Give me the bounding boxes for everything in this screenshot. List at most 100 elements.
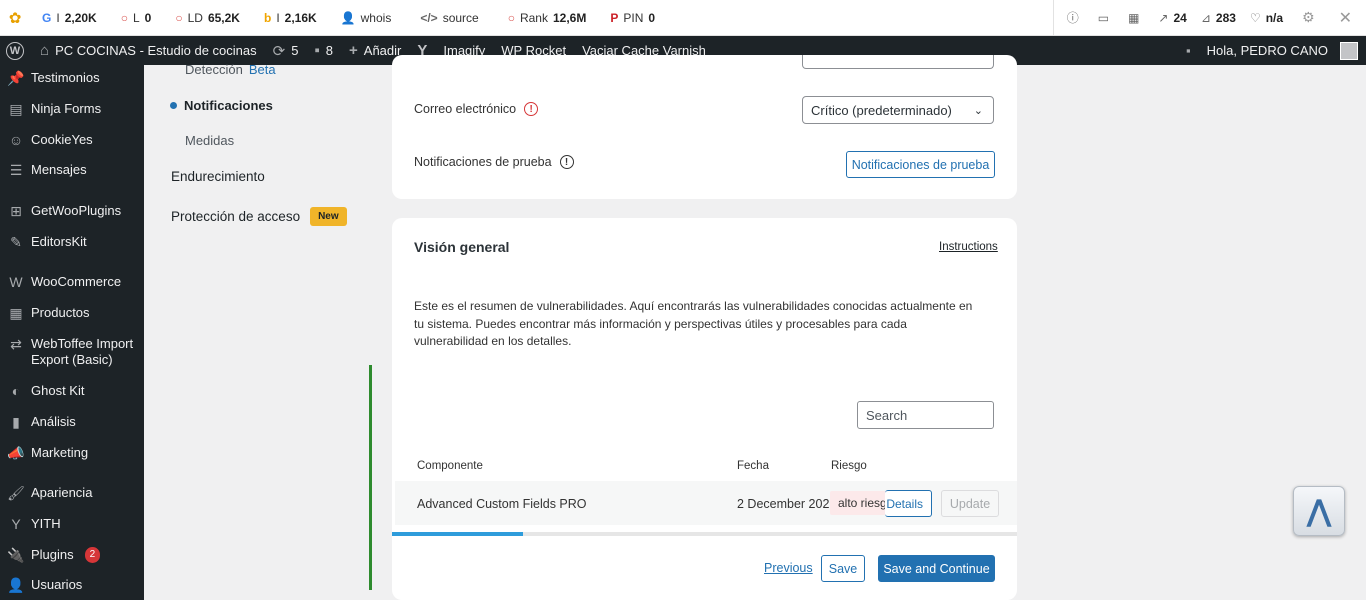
seo-metric-2[interactable]: ○ LD 65,2K [163, 0, 252, 36]
menu-item-usuarios[interactable]: 👤 Usuarios [0, 577, 144, 593]
seo-right-item-2[interactable]: ▦ [1121, 0, 1151, 36]
seo-right-item-1[interactable]: ▭ [1091, 0, 1121, 36]
menu-item-label: Productos [31, 305, 90, 320]
site-name-link[interactable]: ⌂ PC COCINAS - Estudio de cocinas [32, 36, 265, 65]
menu-item-label: Mensajes [31, 162, 87, 177]
menu-item-ninja[interactable]: ▤ Ninja Forms [0, 101, 144, 117]
subnav-deteccion[interactable]: Detección Beta [185, 62, 276, 77]
previous-link[interactable]: Previous [764, 561, 813, 575]
seo-right-icon: ⓘ [1066, 11, 1079, 25]
column-header-date: Fecha [737, 460, 769, 472]
menu-item-ghost[interactable]: ◐ Ghost Kit [0, 383, 144, 399]
seo-metric-icon: G [42, 10, 52, 25]
column-header-risk: Riesgo [831, 460, 867, 472]
scroll-to-top-icon[interactable]: ⋀ [1293, 486, 1345, 536]
update-button[interactable]: Update [941, 490, 999, 517]
menu-item-testimonios[interactable]: 📌 Testimonios [0, 70, 144, 86]
seo-metric-0[interactable]: G I 2,20K [30, 0, 109, 36]
menu-icon: ⊞ [10, 203, 22, 219]
test-notifications-button[interactable]: Notificaciones de prueba [846, 151, 995, 178]
menu-item-label: Análisis [31, 414, 76, 429]
menu-item-label: Testimonios [31, 70, 100, 85]
seo-metric-icon: P [610, 10, 619, 25]
progress-bar [392, 532, 1017, 536]
menu-item-yith[interactable]: Y YITH [0, 516, 144, 532]
details-button[interactable]: Details [885, 490, 932, 517]
menu-item-análisis[interactable]: ▮ Análisis [0, 414, 144, 430]
seo-right-value: 24 [1173, 10, 1187, 25]
column-header-component: Componente [417, 460, 483, 472]
menu-item-mensajes[interactable]: ☰ Mensajes [0, 162, 144, 178]
previous-select-field[interactable] [802, 55, 994, 69]
admin-menu: 📌 Testimonios ▤ Ninja Forms ☺ CookieYes ☰ Mensa… [0, 65, 144, 600]
subnav-endurecimiento[interactable]: Endurecimiento [171, 169, 265, 184]
updates-link[interactable]: ⟳ 5 [265, 36, 307, 65]
seo-toolbar-right: ⓘ ▭ ▦ ↗ 24 ⊿ 283 ♡ n/a [1052, 0, 1290, 36]
close-icon[interactable]: ✕ [1327, 0, 1366, 36]
seo-metric-6[interactable]: ○ Rank 12,6M [496, 0, 599, 36]
subnav-medidas[interactable]: Medidas [185, 133, 234, 148]
email-severity-select[interactable]: Crítico (predeterminado) ⌄ [802, 96, 994, 124]
test-row-label: Notificaciones de prueba! [414, 155, 574, 169]
menu-icon: ✎ [10, 234, 22, 250]
progress-indicator-line [369, 365, 372, 590]
progress-bar-fill [392, 532, 524, 536]
menu-icon: ☰ [9, 162, 23, 178]
menu-item-webtoffee[interactable]: ⇄ WebToffee Import Export (Basic) [0, 336, 144, 368]
settings-gear-icon[interactable]: ⚙ [1290, 0, 1327, 36]
email-row-label: Correo electrónico! [414, 102, 539, 116]
home-icon: ⌂ [40, 42, 50, 59]
seo-right-item-5[interactable]: ♡ n/a [1243, 0, 1290, 36]
seo-right-item-3[interactable]: ↗ 24 [1151, 0, 1193, 36]
new-badge: New [310, 207, 347, 226]
active-dot-icon [170, 102, 177, 109]
menu-item-label: EditorsKit [31, 234, 87, 249]
menu-item-marketing[interactable]: 📣 Marketing [0, 445, 144, 461]
menu-icon: 🖌 [7, 485, 25, 501]
seo-metric-1[interactable]: ○ L 0 [109, 0, 164, 36]
search-input[interactable]: Search [857, 401, 994, 429]
seoquake-logo-icon[interactable]: ✿ [0, 9, 30, 27]
seo-metric-value: 12,6M [552, 10, 587, 25]
seo-metric-label: Rank [519, 10, 548, 25]
wordpress-logo-icon[interactable]: W [0, 36, 32, 65]
seo-right-value: 283 [1215, 10, 1236, 25]
comments-link[interactable]: ▪ 8 [306, 36, 341, 65]
menu-icon: ▦ [9, 305, 23, 321]
subnav-proteccion[interactable]: Protección de acceso New [171, 207, 347, 226]
menu-item-plugins[interactable]: 🔌 Plugins 2 [0, 547, 144, 563]
seo-metric-value: 2,20K [64, 10, 97, 25]
menu-item-cookieyes[interactable]: ☺ CookieYes [0, 132, 144, 148]
menu-icon: Y [11, 516, 21, 532]
seo-right-item-4[interactable]: ⊿ 283 [1194, 0, 1243, 36]
seo-metric-3[interactable]: b I 2,16K [252, 0, 329, 36]
seo-metric-icon: ○ [507, 10, 515, 25]
seo-metric-5[interactable]: </> source [408, 0, 495, 36]
seo-metric-7[interactable]: P PIN 0 [598, 0, 667, 36]
notifications-icon[interactable]: ▪ [1178, 36, 1199, 65]
menu-icon: ▮ [12, 414, 20, 430]
instructions-link[interactable]: Instructions [939, 241, 998, 253]
menu-item-getwooplugins[interactable]: ⊞ GetWooPlugins [0, 203, 144, 219]
seo-metric-4[interactable]: 👤 whois [329, 0, 409, 36]
save-and-continue-button[interactable]: Save and Continue [878, 555, 995, 582]
menu-item-apariencia[interactable]: 🖌 Apariencia [0, 485, 144, 501]
menu-item-woocommerce[interactable]: W WooCommerce [0, 274, 144, 290]
my-account-link[interactable]: Hola, PEDRO CANO [1199, 36, 1366, 65]
menu-item-label: WooCommerce [31, 274, 122, 289]
updates-icon: ⟳ [272, 42, 286, 60]
seo-metric-label: LD [187, 10, 203, 25]
subnav-notificaciones[interactable]: Notificaciones [170, 98, 273, 113]
info-icon[interactable]: ! [559, 155, 574, 169]
menu-icon: 📌 [7, 70, 25, 86]
menu-item-productos[interactable]: ▦ Productos [0, 305, 144, 321]
save-button[interactable]: Save [821, 555, 865, 582]
menu-item-editorskit[interactable]: ✎ EditorsKit [0, 234, 144, 250]
seo-metric-label: whois [360, 10, 392, 25]
seo-metric-value: 0 [648, 10, 656, 25]
alert-icon: ! [524, 102, 539, 116]
seo-right-item-0[interactable]: ⓘ [1060, 0, 1091, 36]
menu-icon: W [9, 274, 23, 290]
overview-description: Este es el resumen de vulnerabilidades. … [414, 299, 973, 348]
notifications-card: Correo electrónico! Crítico (predetermin… [392, 55, 1017, 199]
